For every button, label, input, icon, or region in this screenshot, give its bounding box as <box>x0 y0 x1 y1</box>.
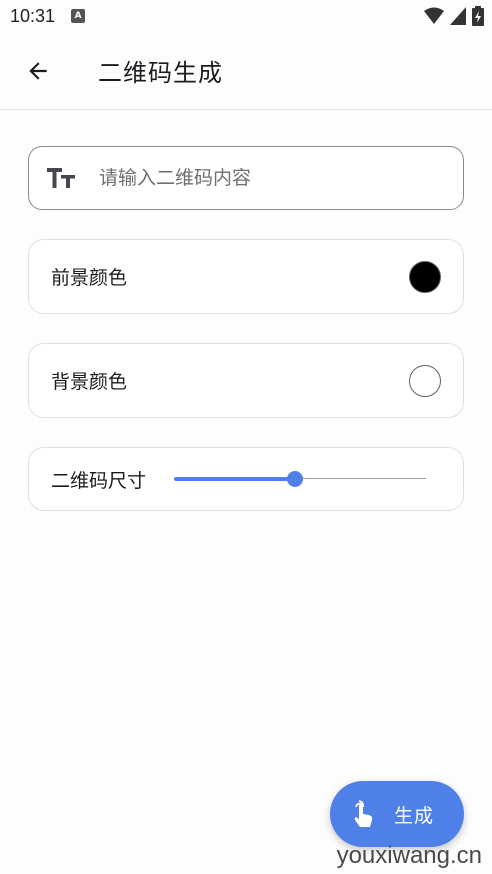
page-title: 二维码生成 <box>98 59 223 87</box>
cellular-signal-icon <box>450 7 466 25</box>
background-color-card[interactable]: 背景颜色 <box>28 343 464 418</box>
qr-content-field[interactable] <box>28 146 464 210</box>
screen: 10:31 A 二维码生成 请输入二维码内容 前景颜色 背景颜色 二维码尺寸 生… <box>0 0 492 874</box>
back-button[interactable] <box>18 51 58 91</box>
slider-thumb[interactable] <box>286 471 303 487</box>
notification-icon: A <box>71 9 86 23</box>
wifi-icon <box>424 7 444 24</box>
foreground-color-card[interactable]: 前景颜色 <box>28 239 464 314</box>
status-bar: 10:31 A <box>0 0 492 32</box>
qr-size-card: 二维码尺寸 <box>28 447 464 511</box>
background-color-label: 背景颜色 <box>51 371 128 393</box>
generate-button[interactable]: 生成 <box>330 781 464 847</box>
tap-hand-icon <box>350 799 376 829</box>
slider-active-track <box>174 477 295 481</box>
status-icons <box>424 6 484 26</box>
text-size-icon <box>47 166 77 190</box>
battery-charging-icon <box>472 6 484 26</box>
arrow-left-icon <box>29 61 47 80</box>
generate-button-label: 生成 <box>394 804 435 827</box>
app-bar: 二维码生成 <box>0 32 492 110</box>
qr-size-label: 二维码尺寸 <box>51 469 147 492</box>
watermark: youxiwang.cn <box>336 842 482 869</box>
foreground-color-label: 前景颜色 <box>51 267 128 289</box>
status-time: 10:31 <box>10 5 56 26</box>
foreground-color-swatch[interactable] <box>409 260 441 293</box>
qr-size-slider[interactable] <box>174 467 427 491</box>
qr-content-input[interactable] <box>99 167 419 189</box>
background-color-swatch[interactable] <box>409 364 441 397</box>
